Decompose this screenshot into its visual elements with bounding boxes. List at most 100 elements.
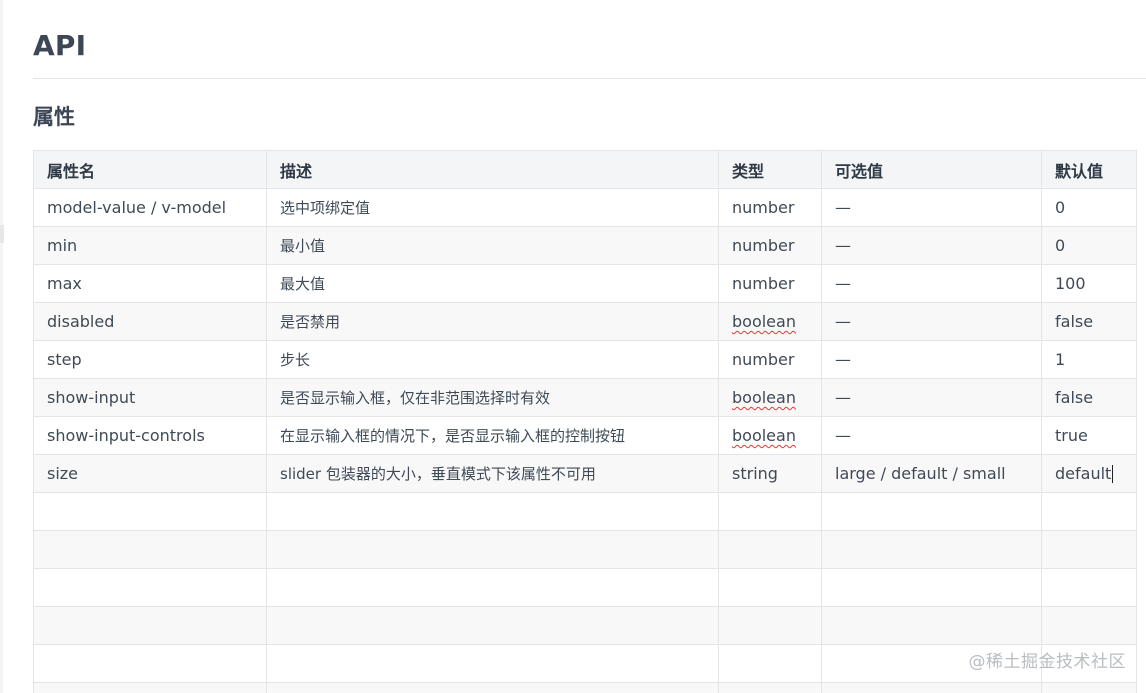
empty-table-row [33,606,1137,645]
table-row: disabled 是否禁用 boolean — false [33,302,1137,341]
document-page: API 属性 属性名 描述 类型 可选值 默认值 model-value / v… [0,0,1146,693]
table-header-row: 属性名 描述 类型 可选值 默认值 [33,150,1137,189]
empty-cell[interactable] [1041,492,1137,531]
empty-cell[interactable] [266,682,719,693]
empty-cell[interactable] [266,492,719,531]
empty-table-row [33,530,1137,569]
cell-type[interactable]: boolean [718,378,822,417]
cell-description[interactable]: 步长 [266,340,719,379]
left-border [0,0,3,693]
cell-type[interactable]: number [718,188,822,227]
empty-cell[interactable] [718,606,822,645]
empty-cell[interactable] [33,606,267,645]
cell-type[interactable]: boolean [718,302,822,341]
empty-cell[interactable] [266,644,719,683]
empty-cell[interactable] [33,568,267,607]
cell-type[interactable]: number [718,226,822,265]
empty-cell[interactable] [718,492,822,531]
empty-cell[interactable] [821,530,1042,569]
cell-description[interactable]: 是否显示输入框，仅在非范围选择时有效 [266,378,719,417]
cell-default[interactable]: 100 [1041,264,1137,303]
empty-cell[interactable] [718,568,822,607]
cell-name[interactable]: disabled [33,302,267,341]
empty-cell[interactable] [718,682,822,693]
cell-description[interactable]: 最小值 [266,226,719,265]
cell-options[interactable]: — [821,302,1042,341]
table-row: show-input 是否显示输入框，仅在非范围选择时有效 boolean — … [33,378,1137,417]
spellcheck-word: boolean [732,388,796,407]
cell-default[interactable]: false [1041,378,1137,417]
cell-description[interactable]: 是否禁用 [266,302,719,341]
header-default: 默认值 [1041,150,1137,189]
cell-name[interactable]: size [33,454,267,493]
cell-type[interactable]: number [718,340,822,379]
empty-cell[interactable] [821,492,1042,531]
cell-default-text: default [1055,463,1112,483]
cell-type[interactable]: number [718,264,822,303]
cell-options[interactable]: — [821,264,1042,303]
cell-name[interactable]: min [33,226,267,265]
spellcheck-word: boolean [732,426,796,445]
page-title: API [33,29,87,62]
cell-description[interactable]: slider 包装器的大小，垂直模式下该属性不可用 [266,454,719,493]
cell-options[interactable]: — [821,416,1042,455]
left-border-tab [0,225,4,243]
empty-cell[interactable] [1041,682,1137,693]
empty-cell[interactable] [33,682,267,693]
cell-options[interactable]: — [821,340,1042,379]
table-row: size slider 包装器的大小，垂直模式下该属性不可用 string la… [33,454,1137,493]
empty-cell[interactable] [1041,530,1137,569]
empty-table-row [33,492,1137,531]
empty-cell[interactable] [1041,568,1137,607]
empty-cell[interactable] [266,606,719,645]
table-row: max 最大值 number — 100 [33,264,1137,303]
cell-default[interactable]: 0 [1041,188,1137,227]
cell-options[interactable]: — [821,188,1042,227]
table-row: show-input-controls 在显示输入框的情况下，是否显示输入框的控… [33,416,1137,455]
empty-cell[interactable] [821,682,1042,693]
cell-type[interactable]: boolean [718,416,822,455]
cell-description[interactable]: 最大值 [266,264,719,303]
cell-name[interactable]: max [33,264,267,303]
section-title: 属性 [33,105,75,129]
watermark: @稀土掘金技术社区 [968,652,1126,672]
header-description: 描述 [266,150,719,189]
empty-cell[interactable] [33,644,267,683]
cell-type[interactable]: string [718,454,822,493]
cell-default[interactable]: true [1041,416,1137,455]
header-options: 可选值 [821,150,1042,189]
cell-options[interactable]: large / default / small [821,454,1042,493]
empty-cell[interactable] [821,606,1042,645]
header-type: 类型 [718,150,822,189]
empty-cell[interactable] [821,568,1042,607]
header-name: 属性名 [33,150,267,189]
spellcheck-word: boolean [732,312,796,331]
table-row: model-value / v-model 选中项绑定值 number — 0 [33,188,1137,227]
empty-cell[interactable] [718,530,822,569]
table-row: step 步长 number — 1 [33,340,1137,379]
empty-cell[interactable] [718,644,822,683]
cell-options[interactable]: — [821,378,1042,417]
cell-default-editing[interactable]: default [1041,454,1137,493]
cell-description[interactable]: 在显示输入框的情况下，是否显示输入框的控制按钮 [266,416,719,455]
cell-default[interactable]: 1 [1041,340,1137,379]
cell-name[interactable]: model-value / v-model [33,188,267,227]
empty-cell[interactable] [1041,606,1137,645]
cell-description[interactable]: 选中项绑定值 [266,188,719,227]
cell-default[interactable]: 0 [1041,226,1137,265]
text-cursor [1112,465,1114,484]
cell-name[interactable]: show-input-controls [33,416,267,455]
cell-name[interactable]: step [33,340,267,379]
empty-cell[interactable] [33,492,267,531]
empty-cell[interactable] [266,568,719,607]
empty-table-row [33,682,1137,693]
title-divider [33,78,1146,79]
cell-name[interactable]: show-input [33,378,267,417]
empty-cell[interactable] [33,530,267,569]
cell-default[interactable]: false [1041,302,1137,341]
attributes-table: 属性名 描述 类型 可选值 默认值 model-value / v-model … [33,150,1137,693]
empty-cell[interactable] [266,530,719,569]
empty-table-row [33,568,1137,607]
cell-options[interactable]: — [821,226,1042,265]
table-row: min 最小值 number — 0 [33,226,1137,265]
